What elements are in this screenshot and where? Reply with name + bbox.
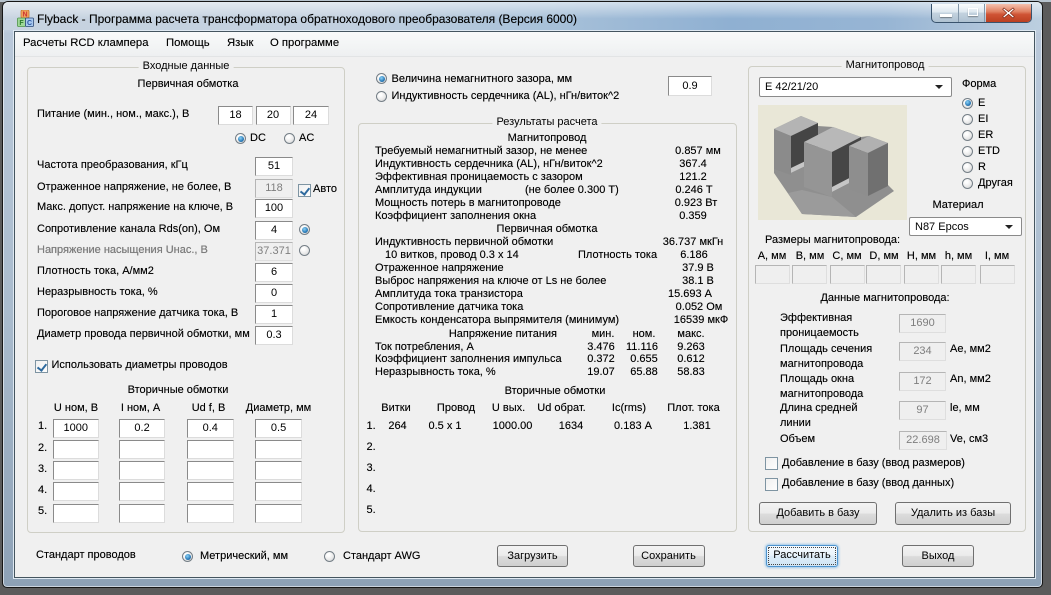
svg-text:C: C: [27, 20, 32, 27]
svg-text:N: N: [22, 12, 27, 19]
svg-text:F: F: [19, 20, 24, 27]
